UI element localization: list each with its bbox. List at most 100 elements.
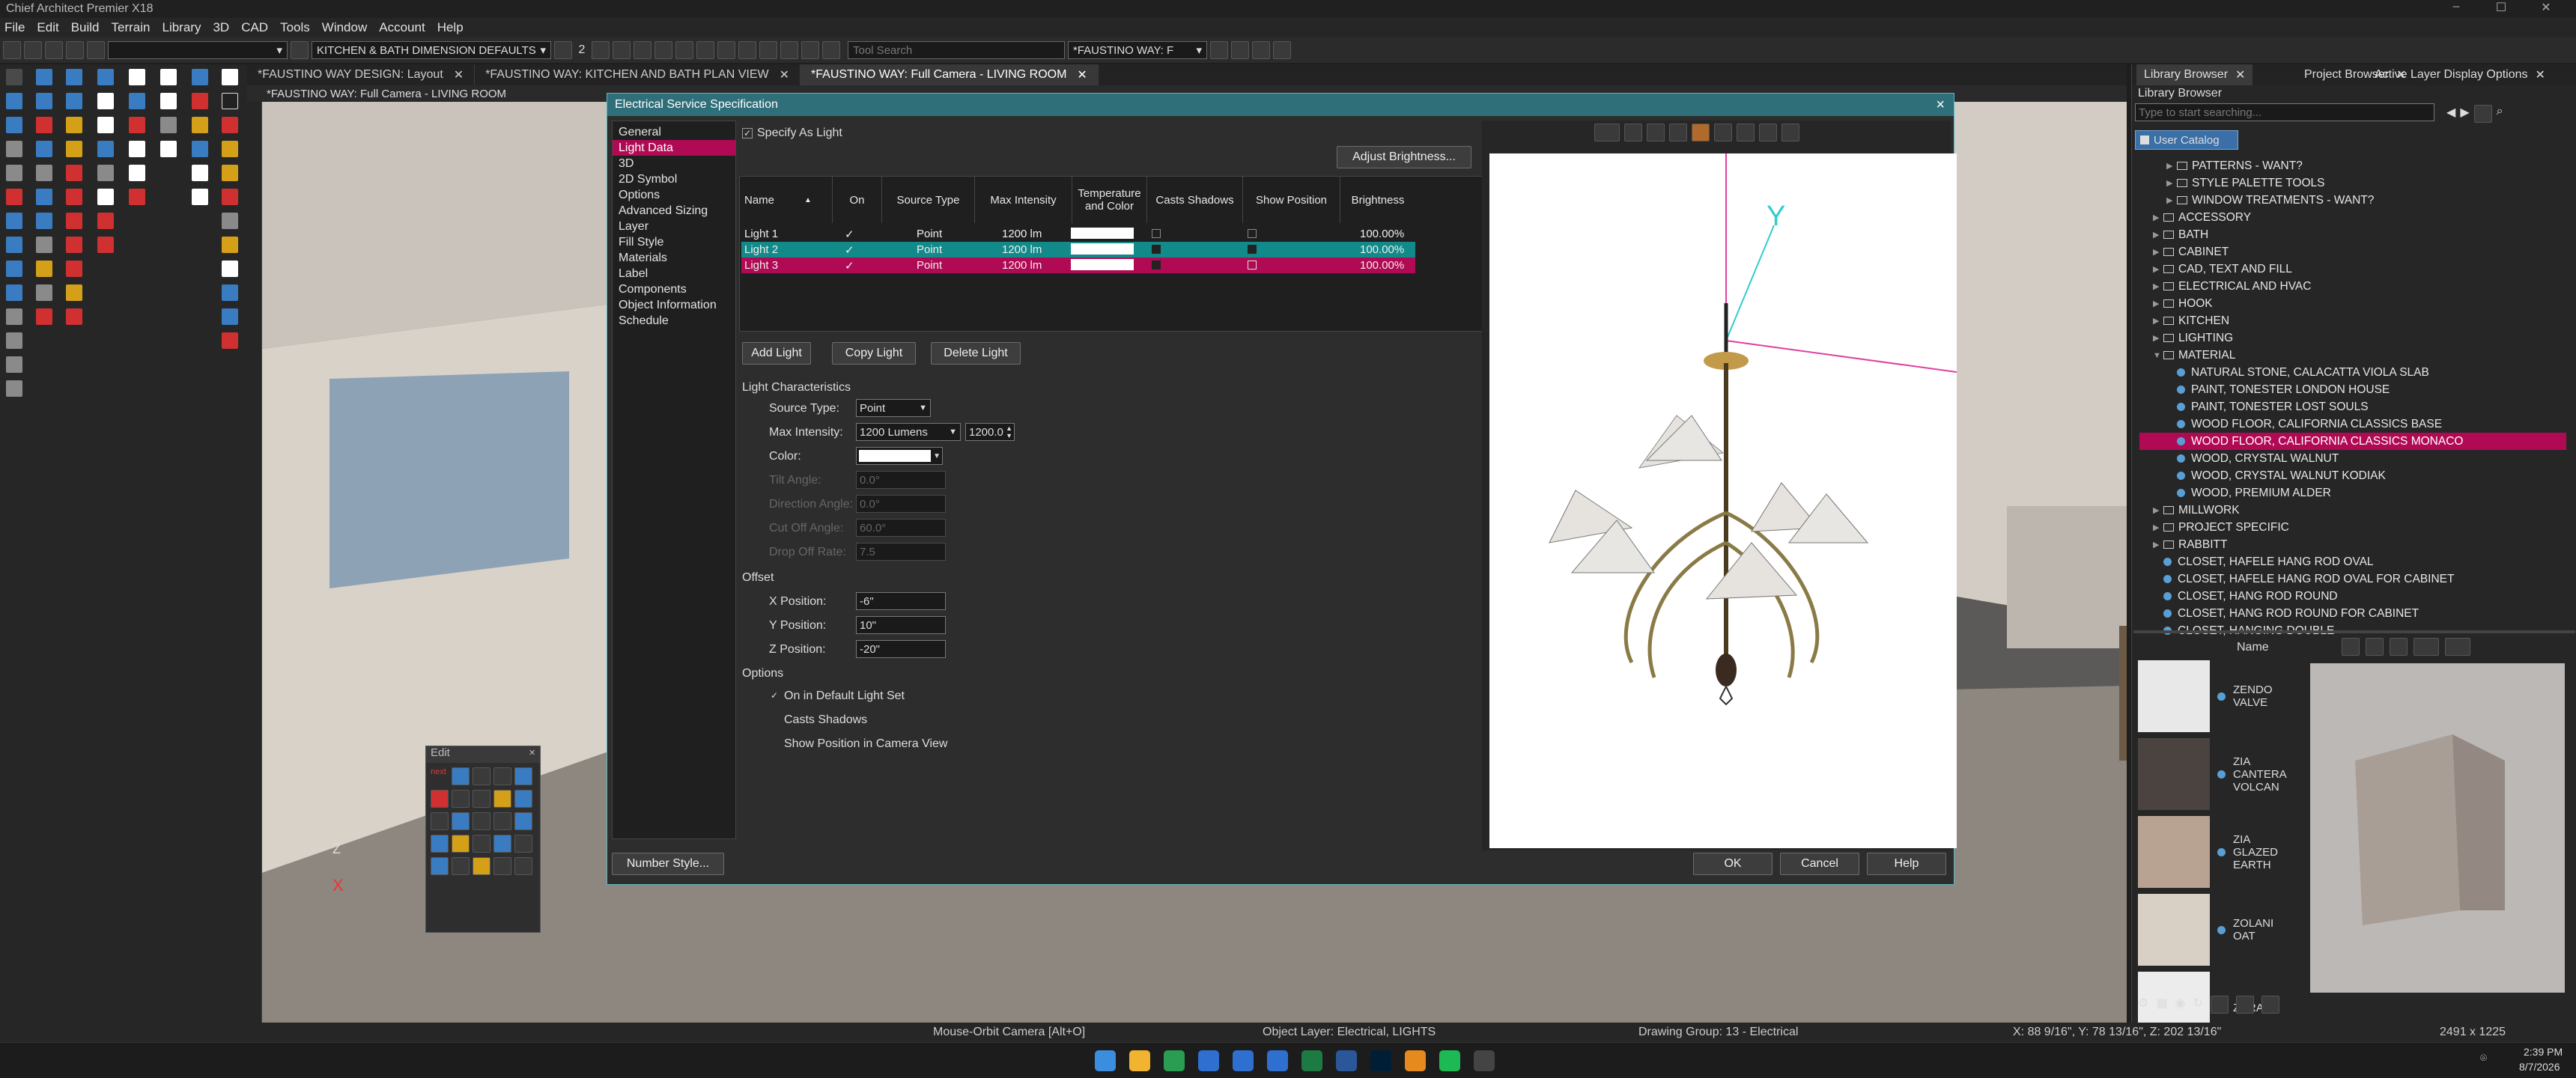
menu-help[interactable]: Help	[437, 20, 464, 35]
x-position-field[interactable]: -6"	[856, 592, 946, 610]
tab-layout[interactable]: *FAUSTINO WAY DESIGN: Layout ✕	[247, 64, 476, 85]
light-color-swatch[interactable]	[1071, 243, 1134, 255]
spinner-icon[interactable]: ▲ ▼	[1006, 424, 1012, 439]
edit-tool-icon[interactable]	[493, 857, 511, 875]
undo-icon[interactable]	[45, 41, 63, 59]
menu-file[interactable]: File	[4, 20, 25, 35]
symbol-icon[interactable]	[97, 165, 114, 181]
nav-light-data[interactable]: Light Data	[613, 140, 735, 156]
save-icon[interactable]	[3, 41, 21, 59]
expand-arrow-icon[interactable]: ▶	[2153, 230, 2163, 240]
close-icon[interactable]: ✕	[2524, 0, 2569, 18]
page-icon-13[interactable]	[222, 261, 238, 277]
preview-tool-icon[interactable]	[1669, 124, 1687, 141]
floor-down-icon[interactable]	[554, 41, 572, 59]
col-header-temperature[interactable]: Temperature and Color	[1072, 177, 1147, 223]
red-tool-icon-3[interactable]	[192, 93, 208, 109]
app-icon[interactable]	[1233, 1050, 1254, 1071]
chief-architect-icon[interactable]	[1474, 1050, 1495, 1071]
5g-icon[interactable]	[66, 213, 82, 229]
edit-tool-icon[interactable]	[493, 835, 511, 853]
blue-tool-icon[interactable]	[129, 93, 145, 109]
help-button[interactable]: Help	[1867, 853, 1946, 875]
wall-icon[interactable]	[6, 93, 22, 109]
col-header-on[interactable]: On	[833, 177, 882, 223]
library-search-input[interactable]: Type to start searching...	[2135, 103, 2434, 121]
red-tool-icon-6[interactable]	[222, 332, 238, 349]
walk-icon[interactable]	[1252, 41, 1270, 59]
clock-date[interactable]: 8/7/2026	[2519, 1061, 2560, 1073]
grid-icon[interactable]	[738, 41, 756, 59]
expand-arrow-icon[interactable]: ▶	[2153, 540, 2163, 549]
outlook-icon[interactable]	[1267, 1050, 1288, 1071]
add-light-button[interactable]: Add Light	[742, 342, 811, 365]
col-header-show-position[interactable]: Show Position	[1243, 177, 1340, 223]
nav-schedule[interactable]: Schedule	[613, 313, 735, 329]
text-icon[interactable]	[6, 356, 22, 373]
copy-light-button[interactable]: Copy Light	[832, 342, 916, 365]
circle-icon[interactable]	[66, 165, 82, 181]
on-default-light-set-checkbox[interactable]: ✓ On in Default Light Set	[769, 689, 905, 703]
network-icon[interactable]: ⌾	[2480, 1052, 2487, 1065]
source-type-select[interactable]: Point ▼	[856, 399, 931, 417]
light-row-1[interactable]: Light 1 ✓ Point 1200 lm 100.00%	[741, 226, 1415, 242]
user-catalog-button[interactable]: User Catalog	[2135, 130, 2238, 150]
speaker-icon[interactable]	[66, 308, 82, 325]
light-icon[interactable]	[66, 117, 82, 133]
edit-tool-icon[interactable]	[473, 835, 490, 853]
stairs-icon[interactable]	[6, 189, 22, 205]
close-icon[interactable]: ×	[1936, 97, 1945, 114]
edit-tool-icon[interactable]	[473, 857, 490, 875]
tree-item[interactable]: NATURAL STONE, CALACATTA VIOLA SLAB	[2139, 364, 2566, 381]
show-position-option-checkbox[interactable]: Show Position in Camera View	[769, 737, 947, 751]
chrome-icon[interactable]	[1164, 1050, 1185, 1071]
black-tool-icon[interactable]	[222, 93, 238, 109]
tree-item[interactable]: WOOD, PREMIUM ALDER	[2139, 484, 2566, 502]
tree-item[interactable]: PAINT, TONESTER LONDON HOUSE	[2139, 381, 2566, 398]
gray-tool-icon[interactable]	[160, 117, 177, 133]
edit-tool-icon[interactable]	[514, 857, 532, 875]
col-header-brightness[interactable]: Brightness	[1340, 177, 1415, 223]
light-color-swatch[interactable]	[1071, 259, 1134, 270]
expand-arrow-icon[interactable]: ▶	[2166, 161, 2177, 171]
nav-general[interactable]: General	[613, 124, 735, 140]
page-icon[interactable]	[97, 93, 114, 109]
edit-tool-icon[interactable]	[452, 812, 470, 830]
maximize-icon[interactable]: ☐	[2479, 0, 2524, 18]
tree-folder[interactable]: ▶ PROJECT SPECIFIC	[2139, 519, 2566, 536]
menu-terrain[interactable]: Terrain	[112, 20, 151, 35]
edit-tool-icon[interactable]	[493, 767, 511, 785]
yellow-tool-icon-4[interactable]	[222, 237, 238, 253]
light-color-swatch[interactable]	[1071, 228, 1134, 239]
casts-shadows-checkbox[interactable]	[1152, 261, 1161, 270]
page-icon-2[interactable]	[97, 117, 114, 133]
specify-as-light-checkbox[interactable]: ✓ Specify As Light	[742, 127, 842, 140]
nav-2d-symbol[interactable]: 2D Symbol	[613, 171, 735, 187]
col-header-max-intensity[interactable]: Max Intensity	[975, 177, 1072, 223]
dimension-icon[interactable]	[6, 380, 22, 397]
expand-arrow-icon[interactable]: ▶	[2153, 213, 2163, 222]
dollar-icon[interactable]	[66, 69, 82, 85]
zoom-icon[interactable]	[780, 41, 798, 59]
page-icon-7[interactable]	[160, 69, 177, 85]
dimension-default-select[interactable]: KITCHEN & BATH DIMENSION DEFAULTS ▾	[312, 41, 551, 59]
roof-icon[interactable]	[6, 213, 22, 229]
elevation-icon[interactable]	[654, 41, 672, 59]
red-item-icon-2[interactable]	[97, 237, 114, 253]
casts-shadows-option-checkbox[interactable]: Casts Shadows	[769, 713, 867, 727]
photoshop-icon[interactable]	[1370, 1050, 1391, 1071]
page-icon-8[interactable]	[160, 93, 177, 109]
expand-arrow-icon[interactable]: ▶	[2166, 195, 2177, 205]
filter-icon[interactable]	[2445, 638, 2470, 656]
cabinet-icon[interactable]	[6, 237, 22, 253]
floor-up-icon[interactable]	[592, 41, 610, 59]
home-icon[interactable]	[2342, 638, 2360, 656]
tree-item[interactable]: CLOSET, HANG ROD ROUND FOR CABINET	[2139, 605, 2566, 622]
close-icon[interactable]: ✕	[454, 67, 464, 82]
preview-tool-icon[interactable]	[1714, 124, 1732, 141]
edit-tool-icon[interactable]	[452, 835, 470, 853]
tv-icon[interactable]	[66, 261, 82, 277]
page-icon-11[interactable]	[192, 189, 208, 205]
delete-icon[interactable]	[431, 790, 449, 808]
red-tool-icon[interactable]	[129, 117, 145, 133]
